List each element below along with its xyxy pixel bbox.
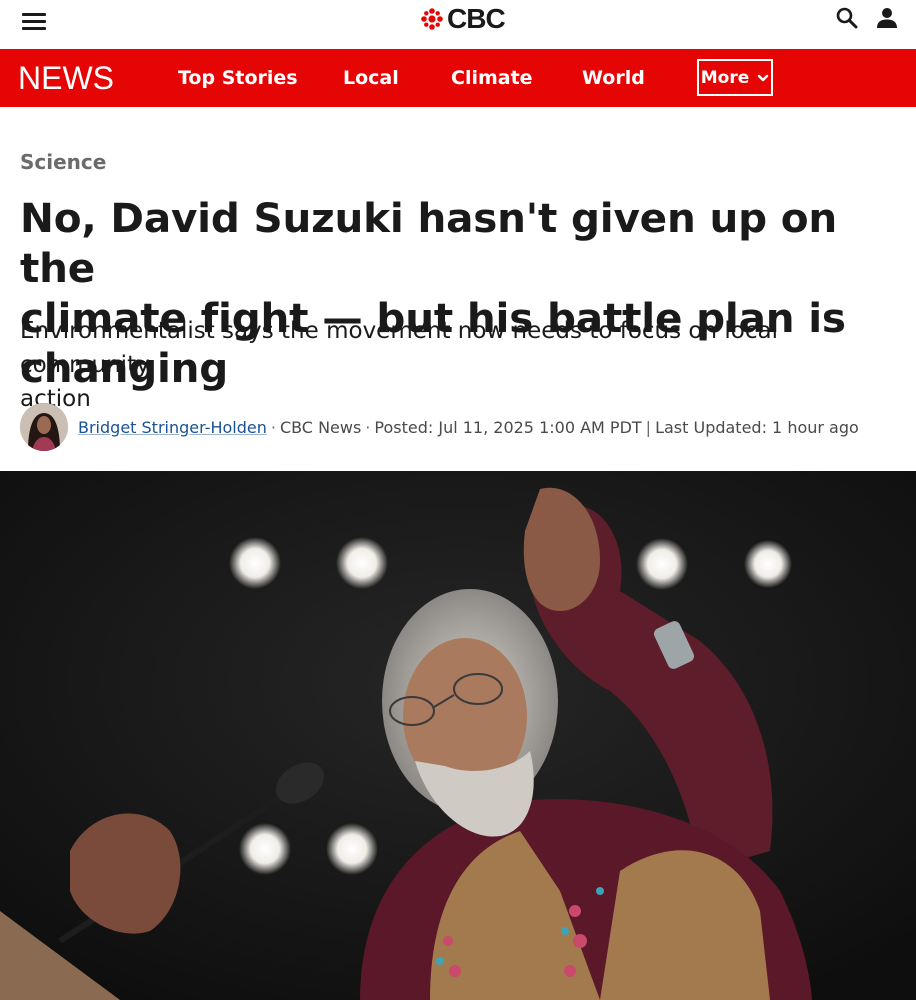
byline-separator: · — [270, 417, 276, 437]
hero-image[interactable] — [0, 471, 916, 1000]
deck-line-1: Environmentalist says the movement now n… — [20, 318, 778, 378]
byline-pipe: | — [645, 417, 652, 437]
byline-posted: Posted: Jul 11, 2025 1:00 AM PDT — [374, 417, 642, 437]
author-avatar[interactable] — [20, 403, 68, 451]
chevron-down-icon — [758, 74, 769, 81]
byline-updated: Last Updated: 1 hour ago — [655, 417, 859, 437]
article-deck: Environmentalist says the movement now n… — [20, 314, 900, 416]
cbc-gem-icon — [421, 8, 443, 30]
byline-separator: · — [365, 417, 371, 437]
nav-top-stories[interactable]: Top Stories — [178, 65, 298, 91]
search-icon[interactable] — [835, 6, 859, 30]
byline: Bridget Stringer-Holden · CBC News · Pos… — [20, 403, 859, 451]
news-nav-bar: NEWS Top Stories Local Climate World Mor… — [0, 49, 916, 107]
news-brand-link[interactable]: NEWS — [18, 59, 114, 97]
cbc-logo[interactable]: CBC — [420, 3, 506, 34]
headline-line-1: No, David Suzuki hasn't given up on the — [20, 194, 838, 292]
top-bar: CBC — [0, 0, 916, 48]
section-label[interactable]: Science — [20, 150, 106, 174]
author-name-link[interactable]: Bridget Stringer-Holden — [78, 418, 267, 437]
byline-outlet: CBC News — [279, 417, 362, 437]
user-account-icon[interactable] — [875, 6, 899, 30]
nav-local[interactable]: Local — [343, 65, 399, 91]
hamburger-menu-icon[interactable] — [22, 10, 46, 32]
nav-climate[interactable]: Climate — [451, 65, 533, 91]
nav-world[interactable]: World — [582, 65, 645, 91]
cbc-wordmark: CBC — [447, 3, 506, 34]
more-menu-button[interactable]: More — [697, 59, 773, 96]
more-label: More — [700, 67, 750, 88]
